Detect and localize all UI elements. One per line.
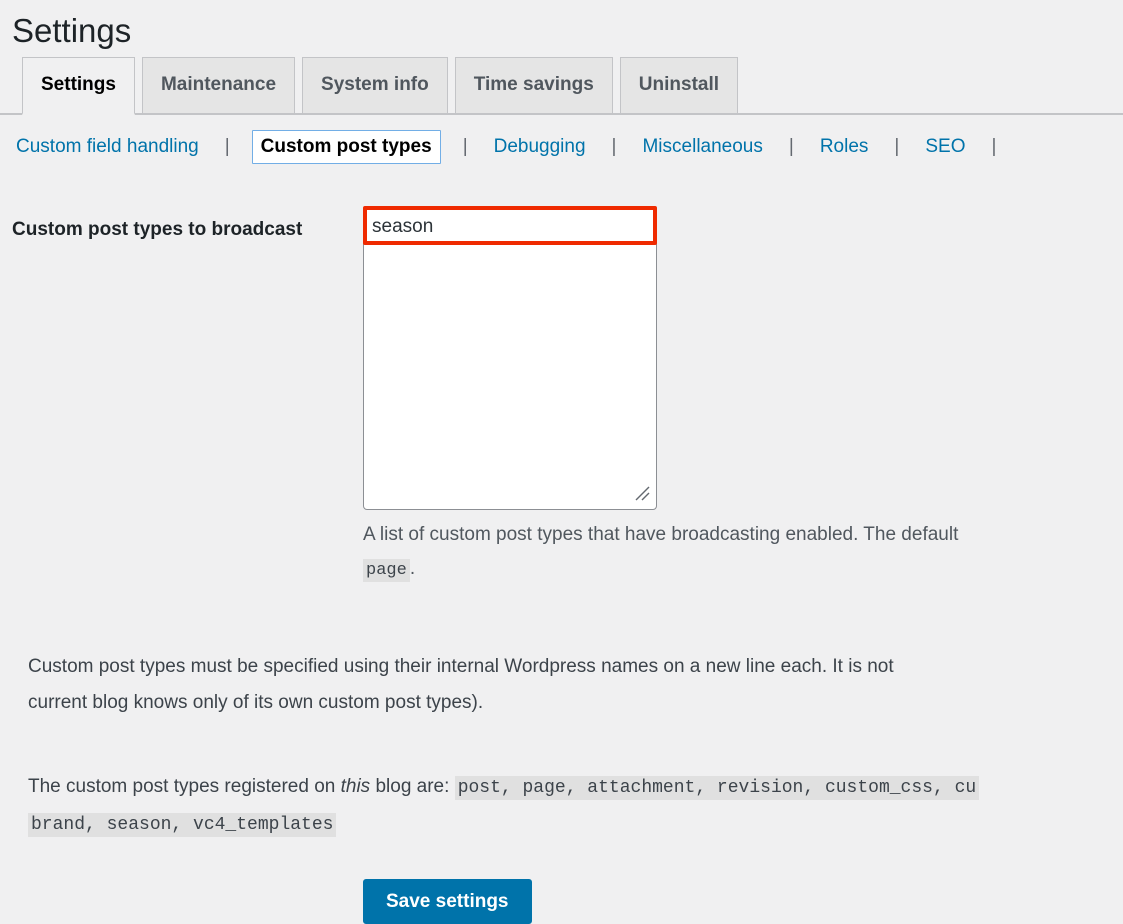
field-description-code: page bbox=[363, 559, 410, 582]
subnav-separator: | bbox=[788, 136, 794, 157]
subnav-separator: | bbox=[224, 136, 230, 157]
primary-tab-bar: Settings Maintenance System info Time savin… bbox=[0, 57, 1123, 115]
subnav-item-miscellaneous[interactable]: Miscellaneous bbox=[638, 130, 766, 164]
subnav-item-custom-field-handling[interactable]: Custom field handling bbox=[12, 130, 203, 164]
tab-time-savings[interactable]: Time savings bbox=[454, 57, 613, 113]
subnav-item-debugging[interactable]: Debugging bbox=[490, 130, 590, 164]
secondary-nav: Custom field handling | Custom post types |… bbox=[12, 130, 1123, 170]
tab-maintenance[interactable]: Maintenance bbox=[141, 57, 296, 113]
tab-settings[interactable]: Settings bbox=[22, 57, 135, 115]
paragraph-2-prefix: The custom post types registered on bbox=[28, 776, 341, 797]
paragraph-custom-post-types-note: Custom post types must be specified usin… bbox=[28, 649, 1123, 721]
field-description-tail: . bbox=[409, 558, 416, 579]
registered-post-types-code-line-1: post, page, attachment, revision, custom… bbox=[454, 776, 980, 800]
paragraph-1-line-1: Custom post types must be specified usin… bbox=[28, 656, 894, 677]
paragraph-1-line-2: current blog knows only of its own custo… bbox=[28, 692, 484, 713]
subnav-item-seo[interactable]: SEO bbox=[921, 130, 969, 164]
registered-post-types-code-line-2: brand, season, vc4_templates bbox=[28, 813, 337, 837]
subnav-trailing-separator: | bbox=[991, 136, 997, 157]
subnav-separator: | bbox=[462, 136, 468, 157]
save-settings-button[interactable]: Save settings bbox=[363, 879, 532, 924]
paragraph-2-middle: blog are: bbox=[370, 776, 455, 797]
subnav-separator: | bbox=[611, 136, 617, 157]
paragraph-registered-post-types: The custom post types registered on this… bbox=[28, 769, 1123, 843]
tab-uninstall[interactable]: Uninstall bbox=[619, 57, 739, 113]
tab-system-info[interactable]: System info bbox=[302, 57, 448, 113]
subnav-item-custom-post-types[interactable]: Custom post types bbox=[251, 130, 441, 164]
subnav-item-roles[interactable]: Roles bbox=[816, 130, 873, 164]
page-title: Settings bbox=[12, 12, 132, 50]
paragraph-2-emphasis: this bbox=[340, 776, 371, 797]
settings-page: Settings Settings Maintenance System info T… bbox=[0, 0, 1123, 924]
subnav-separator: | bbox=[894, 136, 900, 157]
field-label-custom-post-types: Custom post types to broadcast bbox=[12, 219, 303, 240]
field-description: A list of custom post types that have br… bbox=[363, 518, 1123, 588]
field-description-line-1: A list of custom post types that have br… bbox=[363, 524, 959, 545]
custom-post-types-textarea[interactable] bbox=[363, 207, 657, 510]
